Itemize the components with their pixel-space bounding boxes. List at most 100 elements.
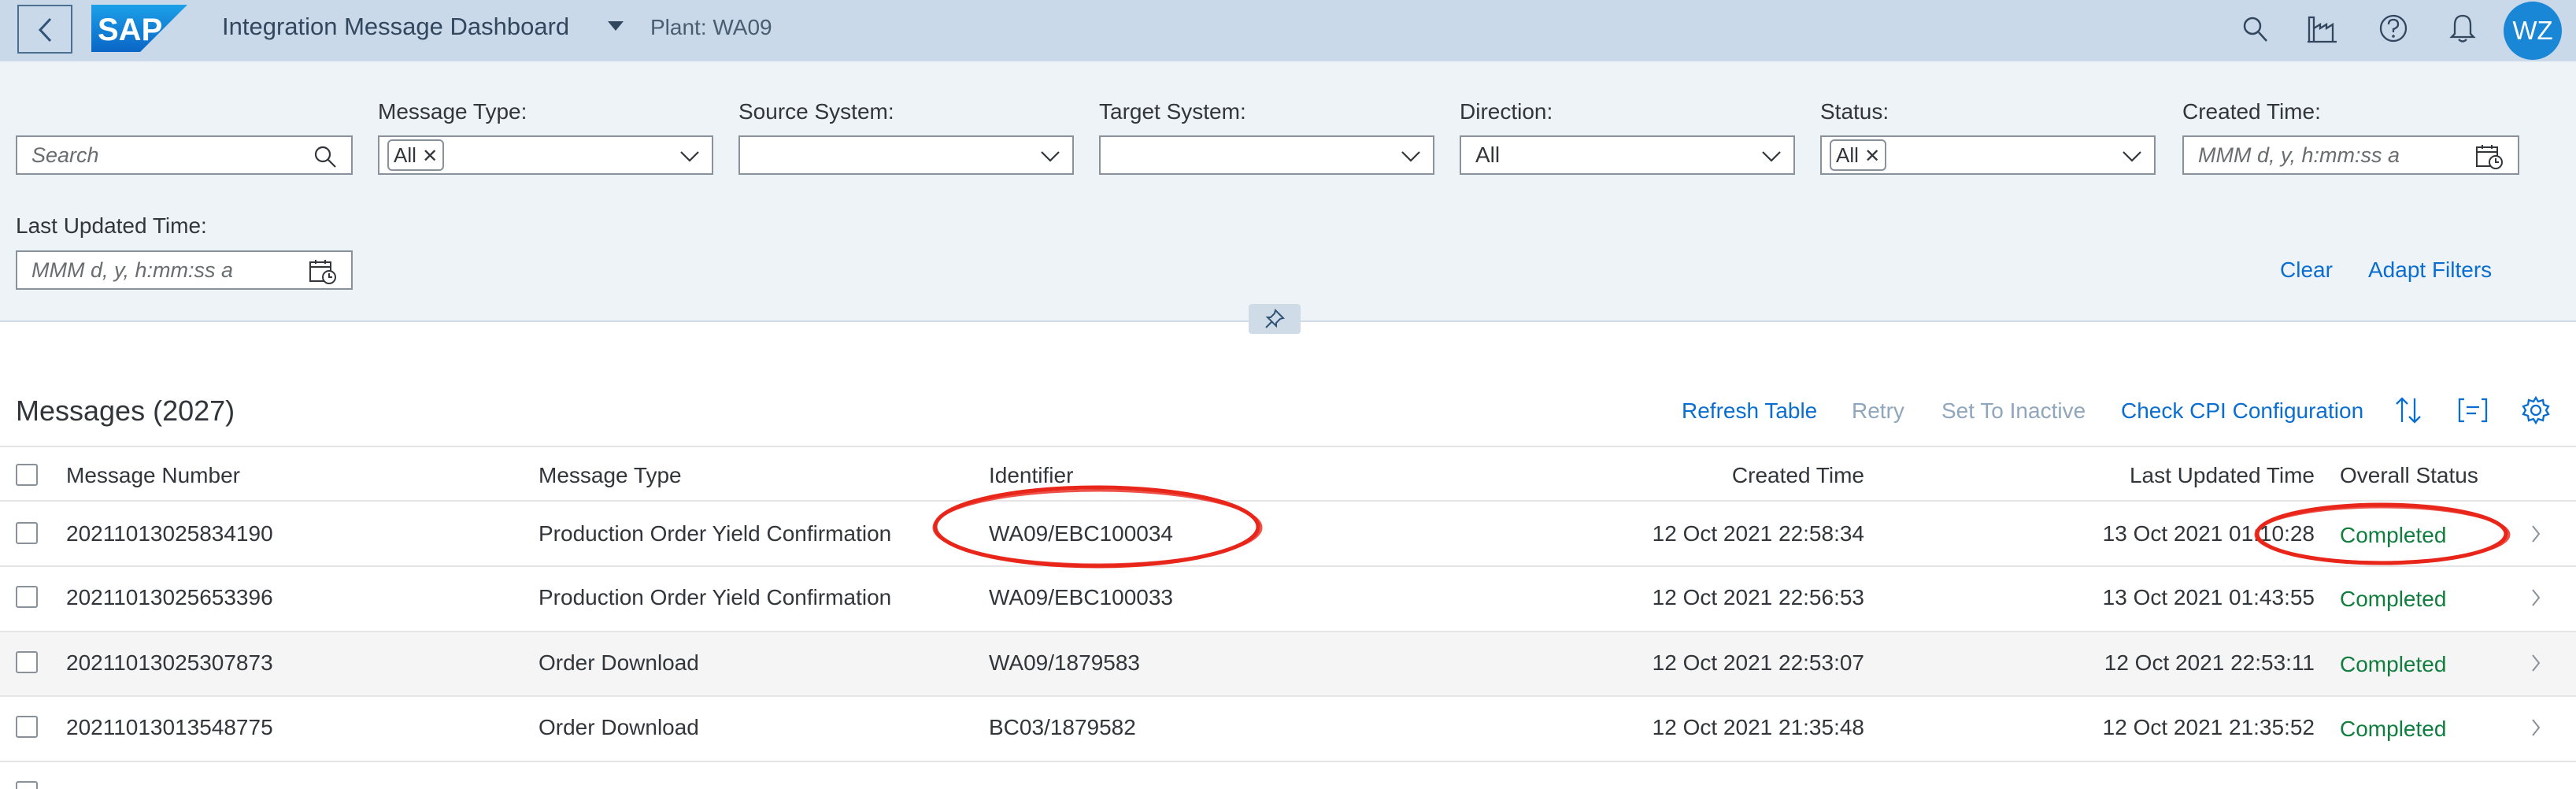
set-inactive-button[interactable]: Set To Inactive: [1941, 398, 2086, 424]
header-top-border: [0, 446, 2576, 447]
row-checkbox[interactable]: [16, 586, 38, 608]
cell-last-updated-time: 12 Oct 2021 21:35:52: [2102, 715, 2315, 739]
cell-identifier: WA09/EBC100033: [989, 585, 1173, 609]
last-updated-time-placeholder: MMM d, y, h:mm:ss a: [31, 258, 234, 282]
app-title[interactable]: Integration Message Dashboard: [222, 11, 569, 43]
cell-message-type: Order Download: [539, 715, 699, 739]
back-icon: [38, 17, 52, 43]
table-row[interactable]: 20211013013548775 Order Download BC03/18…: [0, 697, 2576, 761]
search-input[interactable]: Search: [16, 135, 353, 175]
cell-message-type: Production Order Yield Confirmation: [539, 585, 892, 609]
status-badge: Completed: [2340, 587, 2447, 611]
check-cpi-button[interactable]: Check CPI Configuration: [2121, 398, 2363, 424]
table-row[interactable]: 20211013025653396 Production Order Yield…: [0, 567, 2576, 631]
last-updated-time-label: Last Updated Time:: [16, 213, 207, 238]
group-icon[interactable]: [2458, 397, 2488, 424]
navigation-arrow-icon[interactable]: [2530, 717, 2541, 738]
svg-text:SAP: SAP: [98, 13, 162, 47]
status-label: Status:: [1820, 99, 1889, 124]
chevron-down-icon[interactable]: [1400, 150, 1422, 164]
table-title: Messages (2027): [16, 394, 235, 427]
status-badge: Completed: [2340, 717, 2447, 741]
search-icon[interactable]: [313, 145, 337, 169]
cell-created-time: 12 Oct 2021 21:35:48: [1652, 715, 1864, 739]
remove-token-icon[interactable]: ✕: [1864, 146, 1880, 167]
status-token[interactable]: All ✕: [1830, 139, 1887, 171]
sap-logo: SAP: [91, 5, 187, 52]
token-label: All: [394, 143, 416, 167]
row-checkbox[interactable]: [16, 781, 38, 789]
last-updated-time-picker[interactable]: MMM d, y, h:mm:ss a: [16, 250, 353, 290]
source-system-label: Source System:: [738, 99, 894, 124]
status-select[interactable]: All ✕: [1820, 135, 2156, 175]
select-all-checkbox[interactable]: [16, 464, 38, 486]
cell-message-type: Production Order Yield Confirmation: [539, 521, 892, 546]
avatar[interactable]: WZ: [2504, 2, 2562, 60]
direction-select[interactable]: All: [1460, 135, 1795, 175]
remove-token-icon[interactable]: ✕: [422, 146, 438, 167]
cell-message-number: 20211013025834190: [66, 521, 273, 546]
token-label: All: [1836, 143, 1859, 167]
chevron-down-icon[interactable]: [1760, 150, 1782, 164]
cell-message-number: 20211013025307873: [66, 650, 273, 675]
message-type-label: Message Type:: [378, 99, 527, 124]
navigation-arrow-icon[interactable]: [2530, 587, 2541, 608]
cell-last-updated-time: 12 Oct 2021 22:53:11: [2104, 650, 2315, 675]
settings-icon[interactable]: [2521, 395, 2551, 425]
retry-button[interactable]: Retry: [1852, 398, 1904, 424]
refresh-table-button[interactable]: Refresh Table: [1682, 398, 1817, 424]
target-system-select[interactable]: [1099, 135, 1434, 175]
sort-icon[interactable]: [2393, 395, 2423, 425]
status-badge: Completed: [2340, 652, 2447, 676]
search-placeholder: Search: [31, 143, 99, 167]
direction-value: All: [1475, 143, 1501, 167]
column-header-status[interactable]: Overall Status: [2340, 462, 2478, 489]
direction-label: Direction:: [1460, 99, 1553, 124]
message-type-token[interactable]: All ✕: [387, 139, 445, 171]
help-icon[interactable]: [2378, 13, 2409, 44]
cell-last-updated-time: 13 Oct 2021 01:43:55: [2102, 585, 2315, 609]
column-header-number[interactable]: Message Number: [66, 462, 240, 489]
cell-identifier: BC03/1879582: [989, 715, 1136, 739]
message-type-select[interactable]: All ✕: [378, 135, 713, 175]
cell-identifier: WA09/1879583: [989, 650, 1140, 675]
navigation-arrow-icon[interactable]: [2530, 524, 2541, 544]
created-time-placeholder: MMM d, y, h:mm:ss a: [2198, 143, 2400, 167]
plant-label: Plant: WA09: [650, 15, 772, 39]
calendar-icon[interactable]: [309, 258, 337, 285]
calendar-icon[interactable]: [2475, 143, 2504, 170]
created-time-picker[interactable]: MMM d, y, h:mm:ss a: [2182, 135, 2519, 175]
pin-header-button[interactable]: [1249, 304, 1301, 334]
search-icon[interactable]: [2242, 16, 2269, 44]
cell-created-time: 12 Oct 2021 22:58:34: [1652, 521, 1864, 546]
bell-icon[interactable]: [2448, 13, 2477, 44]
created-time-label: Created Time:: [2182, 99, 2321, 124]
annotation-ellipse: [2254, 502, 2511, 565]
chevron-down-icon[interactable]: [1039, 150, 1061, 164]
cell-message-type: Order Download: [539, 650, 699, 675]
source-system-select[interactable]: [738, 135, 1074, 175]
annotation-ellipse: [932, 485, 1263, 569]
clear-filters-button[interactable]: Clear: [2280, 257, 2333, 283]
column-header-updated[interactable]: Last Updated Time: [2130, 462, 2315, 489]
cell-created-time: 12 Oct 2021 22:53:07: [1652, 650, 1864, 675]
chevron-down-icon[interactable]: [2121, 150, 2143, 164]
factory-icon[interactable]: [2307, 14, 2338, 44]
chevron-down-icon[interactable]: [679, 150, 701, 164]
navigation-arrow-icon[interactable]: [2530, 653, 2541, 673]
row-checkbox[interactable]: [16, 651, 38, 673]
cell-message-number: 20211013013548775: [66, 715, 273, 739]
cell-created-time: 12 Oct 2021 22:56:53: [1652, 585, 1864, 609]
target-system-label: Target System:: [1099, 99, 1246, 124]
back-button[interactable]: [17, 5, 72, 54]
adapt-filters-button[interactable]: Adapt Filters: [2368, 257, 2492, 283]
table-row[interactable]: 20211013025307873 Order Download WA09/18…: [0, 632, 2576, 695]
row-checkbox[interactable]: [16, 716, 38, 738]
table-row[interactable]: 20211013025834190 Production Order Yield…: [0, 502, 2576, 565]
row-checkbox[interactable]: [16, 522, 38, 544]
table-row-partial[interactable]: [0, 762, 2576, 789]
chevron-down-icon[interactable]: [606, 19, 625, 33]
column-header-created[interactable]: Created Time: [1732, 462, 1864, 489]
cell-message-number: 20211013025653396: [66, 585, 273, 609]
column-header-type[interactable]: Message Type: [539, 462, 682, 489]
